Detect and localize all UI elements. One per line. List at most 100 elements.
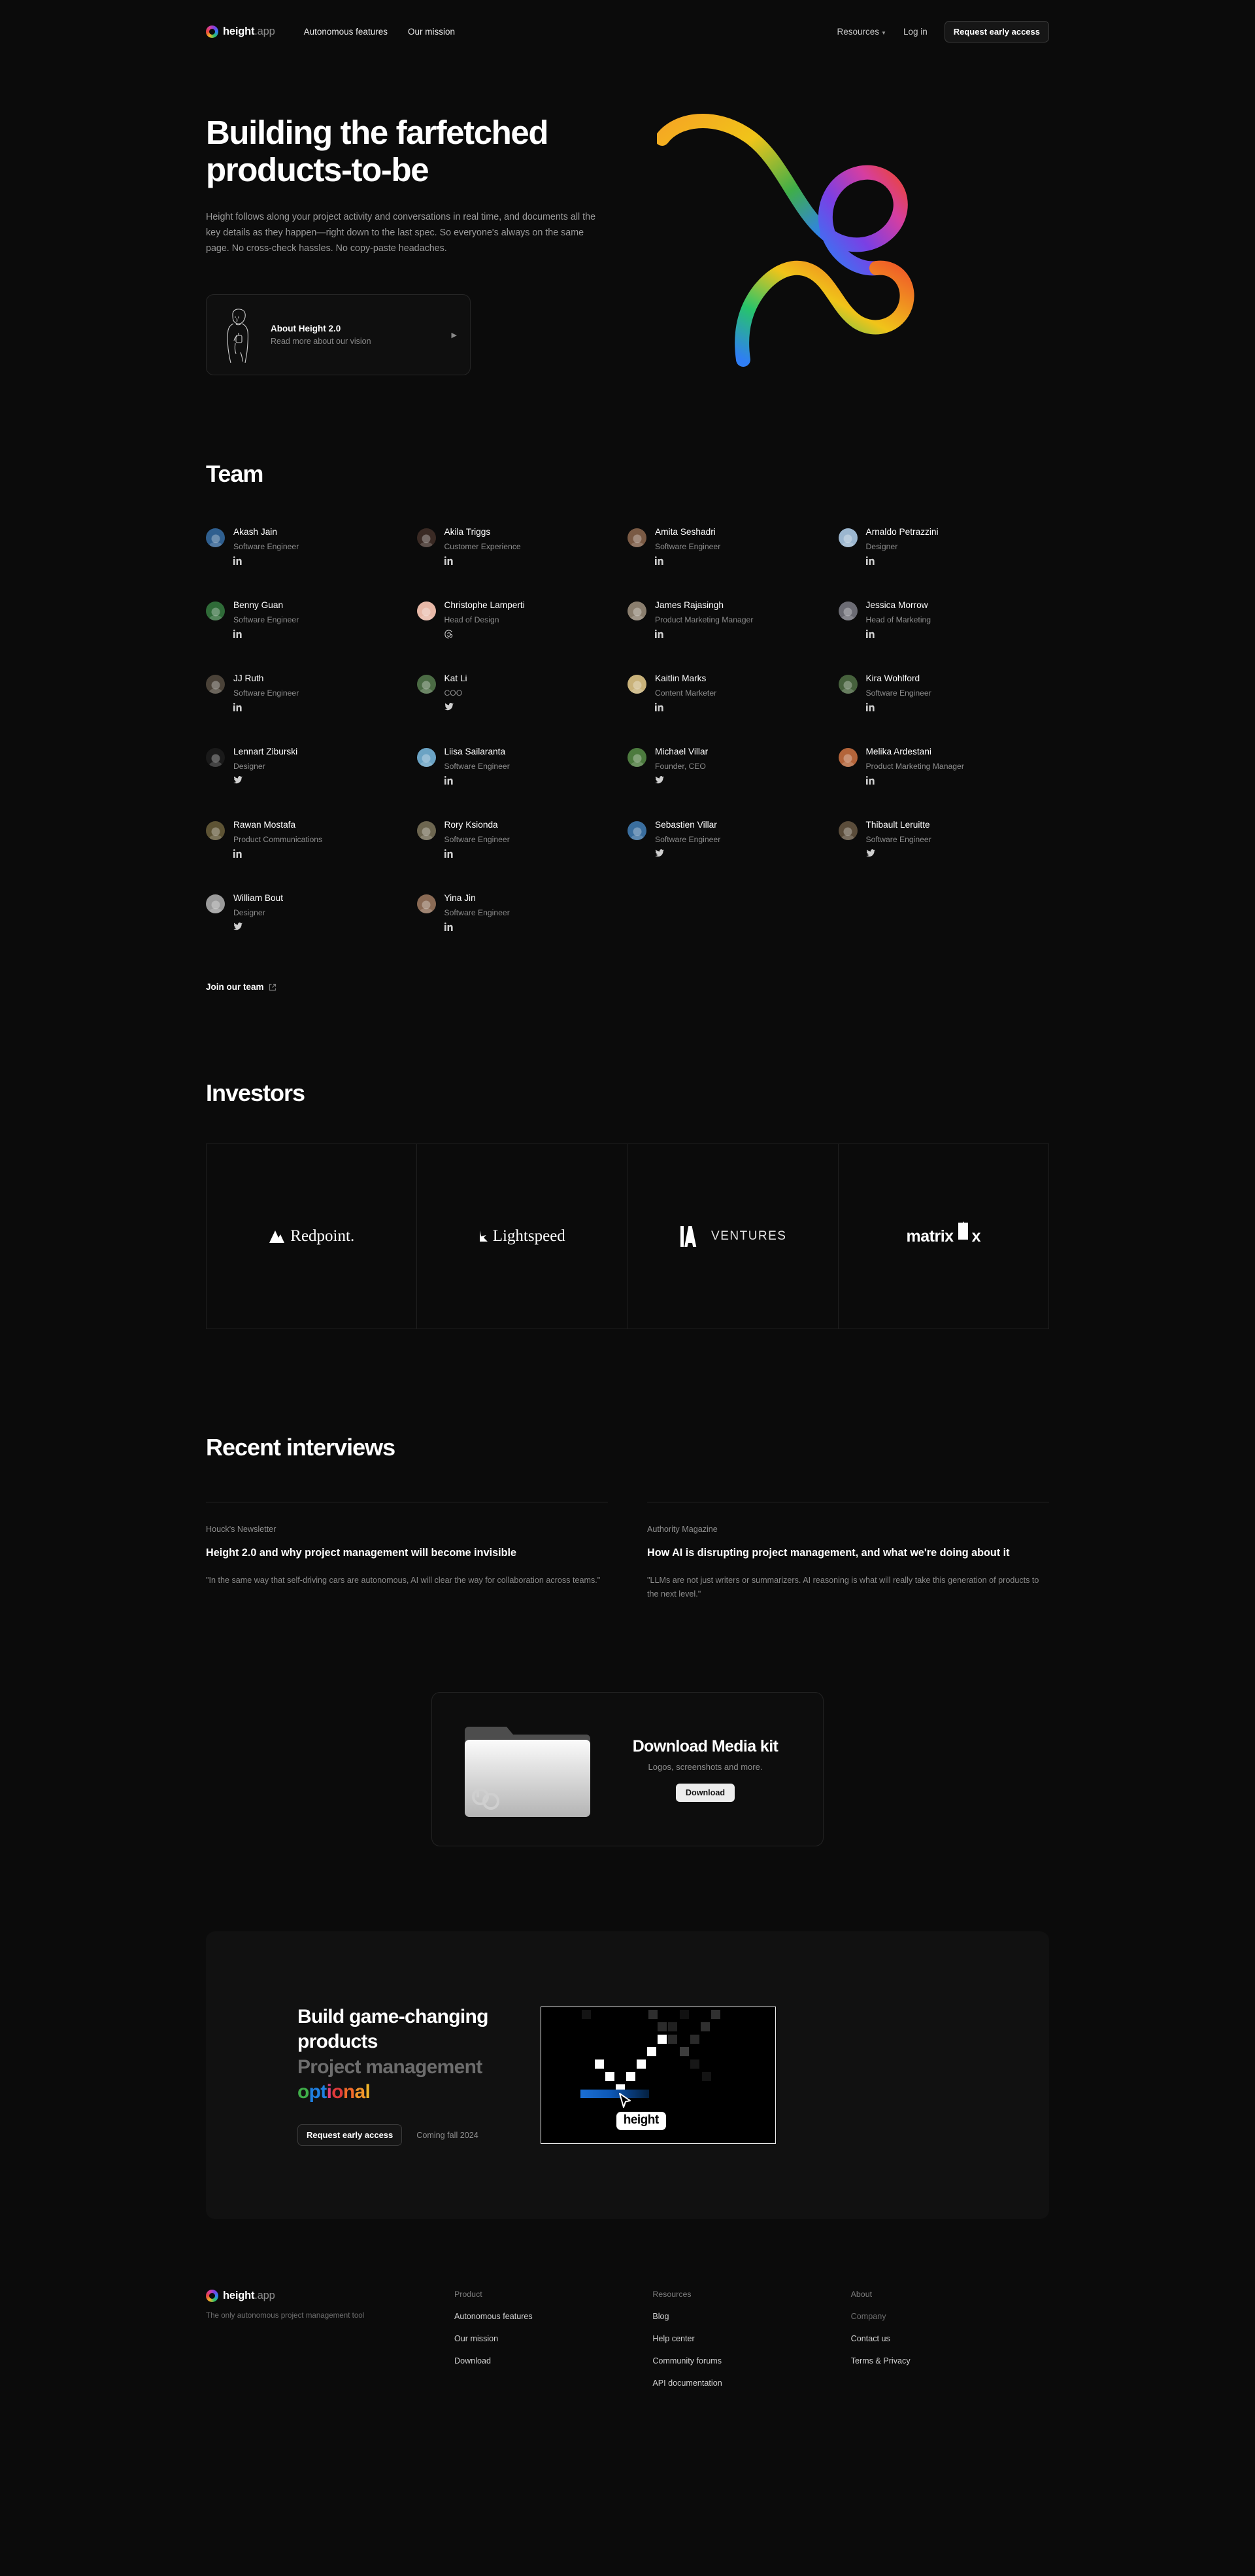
twitter-icon[interactable]	[233, 922, 283, 932]
media-kit-section: Download Media kit Logos, screenshots an…	[206, 1601, 1049, 1847]
team-member-name: Melika Ardestani	[865, 747, 931, 757]
cta-note: Coming fall 2024	[416, 2130, 478, 2140]
cta-request-early-access-button[interactable]: Request early access	[297, 2124, 403, 2146]
media-kit-title: Download Media kit	[632, 1737, 778, 1755]
app-height-badge: height	[616, 2112, 666, 2131]
footer-link[interactable]: Terms & Privacy	[851, 2356, 1049, 2365]
team-member: Thibault Leruitte Software Engineer	[838, 820, 1050, 879]
footer-link[interactable]: Download	[454, 2356, 652, 2365]
app-preview-screenshot: height	[540, 2007, 776, 2144]
linkedin-icon[interactable]	[444, 556, 521, 566]
avatar	[206, 894, 225, 914]
height-logo-icon	[206, 25, 218, 38]
request-early-access-button[interactable]: Request early access	[944, 20, 1049, 42]
team-member-role: Product Communications	[233, 834, 323, 844]
linkedin-icon[interactable]	[865, 775, 964, 785]
cta-optional-letter: n	[343, 2081, 355, 2103]
footer-link[interactable]: API documentation	[652, 2379, 850, 2388]
nav-link-autonomous-features[interactable]: Autonomous features	[304, 27, 388, 37]
team-member-name: Akash Jain	[233, 527, 277, 537]
linkedin-icon[interactable]	[865, 702, 931, 712]
twitter-icon[interactable]	[655, 775, 708, 785]
footer-link[interactable]: Autonomous features	[454, 2312, 652, 2321]
brand-logo[interactable]: height.app	[206, 25, 275, 38]
footer-column-heading: About	[850, 2290, 873, 2299]
investor-redpoint: Redpoint.	[206, 1144, 417, 1329]
team-member: Rory Ksionda Software Engineer	[416, 820, 628, 879]
team-member-name: James Rajasingh	[655, 600, 724, 611]
linkedin-icon[interactable]	[655, 556, 720, 566]
nav-link-our-mission[interactable]: Our mission	[408, 27, 455, 37]
linkedin-icon[interactable]	[233, 556, 299, 566]
nav-login-link[interactable]: Log in	[903, 27, 928, 37]
team-member-name: Kaitlin Marks	[655, 673, 707, 684]
chevron-down-icon: ▼	[881, 29, 886, 36]
interview-card[interactable]: Houck's Newsletter Height 2.0 and why pr…	[206, 1502, 608, 1601]
cta-optional-letter: p	[309, 2081, 321, 2103]
team-member: Akash Jain Software Engineer	[206, 527, 417, 586]
footer-link[interactable]: Company	[851, 2312, 1049, 2321]
linkedin-icon[interactable]	[233, 849, 322, 858]
interview-source: Houck's Newsletter	[206, 1525, 276, 1534]
avatar	[206, 675, 225, 694]
top-navigation: height.app Autonomous features Our missi…	[0, 0, 1255, 63]
team-member: Amita Seshadri Software Engineer	[628, 527, 839, 586]
threads-icon[interactable]	[444, 630, 525, 639]
twitter-icon[interactable]	[655, 849, 720, 858]
avatar	[416, 748, 436, 768]
interview-title: Height 2.0 and why project management wi…	[206, 1547, 516, 1559]
linkedin-icon[interactable]	[655, 629, 753, 639]
footer-link[interactable]: Contact us	[851, 2334, 1049, 2343]
team-member-name: Yina Jin	[444, 893, 476, 904]
team-member-role: Head of Marketing	[865, 615, 931, 624]
cta-optional-letter: a	[354, 2081, 366, 2103]
team-member: Yina Jin Software Engineer	[416, 893, 628, 952]
twitter-icon[interactable]	[444, 702, 467, 712]
about-height-card[interactable]: About Height 2.0 Read more about our vis…	[206, 294, 471, 376]
team-member-role: Designer	[233, 761, 265, 771]
linkedin-icon[interactable]	[655, 702, 716, 712]
cta-optional-word: optional	[297, 2080, 488, 2105]
linkedin-icon[interactable]	[233, 629, 299, 639]
person-illustration-icon	[227, 309, 248, 364]
twitter-icon[interactable]	[865, 849, 931, 858]
linkedin-icon[interactable]	[444, 849, 510, 858]
page-root: height.app Autonomous features Our missi…	[0, 0, 1255, 2440]
footer-link[interactable]: Community forums	[652, 2356, 850, 2365]
team-member-role: Software Engineer	[655, 834, 721, 844]
investor-matrix: matrix ✳ x	[839, 1144, 1049, 1329]
cta-headline: Build game-changing products	[297, 2005, 488, 2053]
external-link-icon	[269, 983, 276, 991]
linkedin-icon[interactable]	[233, 702, 299, 712]
team-member: Rawan Mostafa Product Communications	[206, 820, 417, 879]
nav-resources-dropdown[interactable]: Resources ▼	[837, 27, 886, 37]
cta-section: Build game-changing products Project mana…	[206, 1846, 1049, 2220]
team-member-role: Product Marketing Manager	[865, 761, 964, 771]
linkedin-icon[interactable]	[444, 922, 510, 932]
twitter-icon[interactable]	[233, 775, 297, 785]
linkedin-icon[interactable]	[865, 629, 931, 639]
avatar	[416, 675, 436, 694]
download-button[interactable]: Download	[675, 1783, 735, 1802]
avatar	[416, 528, 436, 548]
avatar	[206, 528, 225, 548]
footer-link[interactable]: Blog	[652, 2312, 850, 2321]
team-grid: Akash Jain Software Engineer Akila Triggs C…	[206, 527, 1049, 952]
linkedin-icon[interactable]	[865, 556, 939, 566]
footer-brand-logo[interactable]: height.app	[206, 2290, 426, 2303]
team-member-role: Software Engineer	[865, 688, 931, 698]
avatar	[838, 748, 858, 768]
interview-source: Authority Magazine	[647, 1525, 718, 1534]
footer-link[interactable]: Our mission	[454, 2334, 652, 2343]
footer-brand-block: height.app The only autonomous project m…	[206, 2290, 454, 2388]
linkedin-icon[interactable]	[444, 775, 510, 785]
team-member: Kaitlin Marks Content Marketer	[628, 673, 839, 732]
avatar	[838, 528, 858, 548]
lightspeed-icon	[479, 1230, 488, 1242]
team-member-name: Michael Villar	[655, 747, 709, 757]
join-our-team-link[interactable]: Join our team	[206, 982, 276, 992]
footer-link[interactable]: Help center	[652, 2334, 850, 2343]
footer-column-heading: Product	[454, 2290, 482, 2299]
interview-card[interactable]: Authority Magazine How AI is disrupting …	[647, 1502, 1049, 1601]
team-member-name: Kira Wohlford	[865, 673, 920, 684]
